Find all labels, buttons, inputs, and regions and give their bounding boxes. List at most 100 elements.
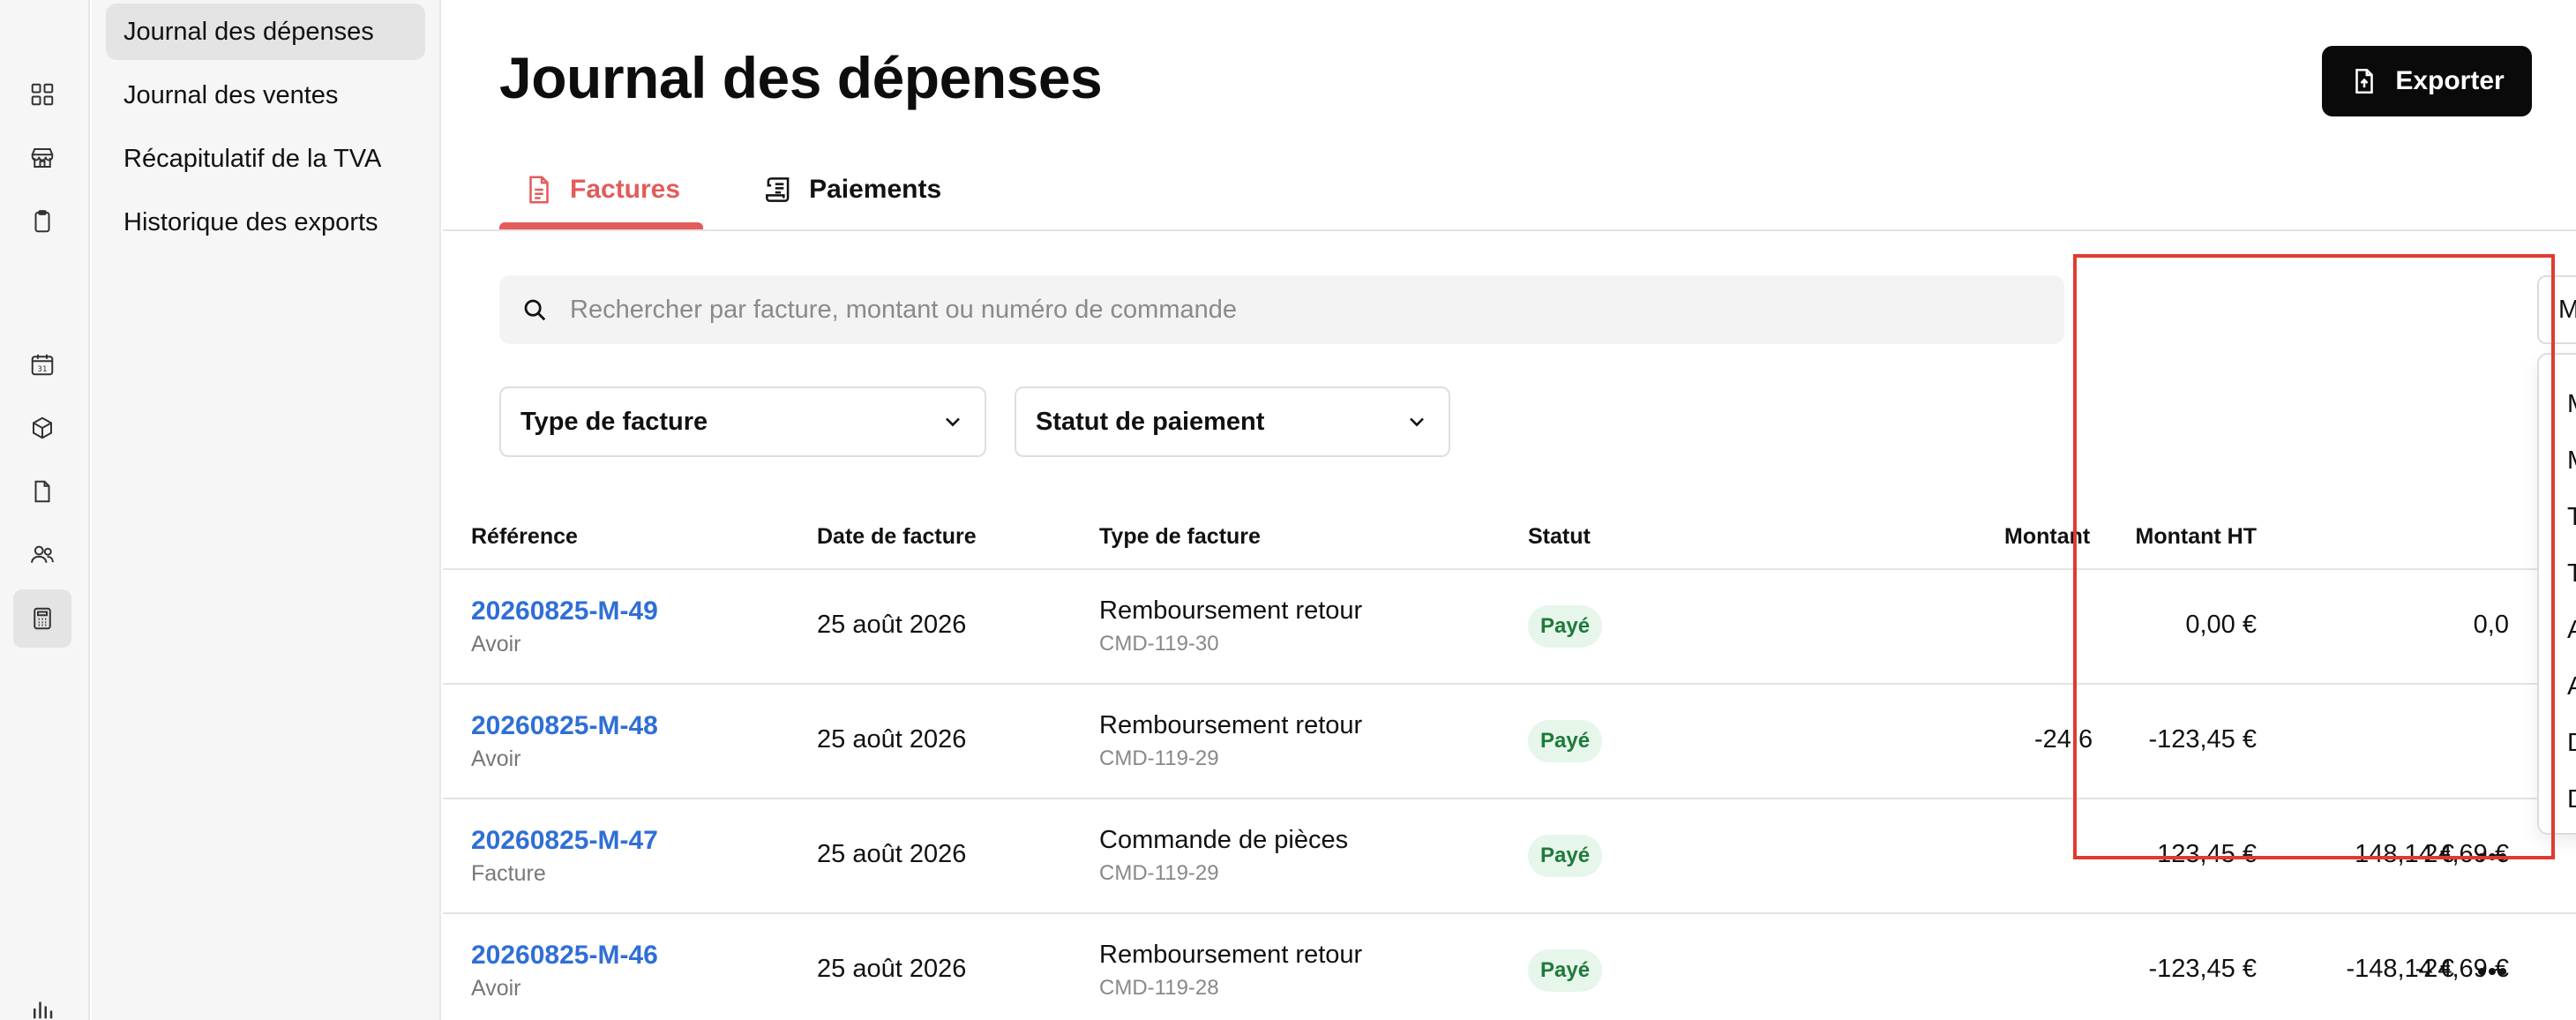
- nav-item-label: Récapitulatif de la TVA: [124, 144, 382, 173]
- status-badge: Payé: [1528, 605, 1603, 648]
- tab-label: Factures: [570, 175, 681, 204]
- invoice-kind: Avoir: [471, 632, 521, 656]
- table-row[interactable]: 20260825-M-48 Avoir 25 août 2026 Rembour…: [443, 685, 2576, 799]
- menu-item-annee-en-cours[interactable]: Année en cours: [2539, 602, 2576, 658]
- receipt-icon: [766, 177, 790, 202]
- col-reference[interactable]: Référence: [471, 524, 578, 550]
- table-row[interactable]: 20260825-M-49 Avoir 25 août 2026 Rembour…: [443, 570, 2576, 685]
- document-icon[interactable]: [13, 462, 71, 521]
- menu-item-date-personnalisee[interactable]: Date personnalisée: [2539, 771, 2576, 828]
- menu-item-annee-derniere[interactable]: Année dernière: [2539, 658, 2576, 715]
- export-label: Exporter: [2395, 66, 2505, 95]
- menu-item-mois-en-cours[interactable]: Mois en cours: [2539, 376, 2576, 432]
- invoice-date: 25 août 2026: [817, 611, 967, 639]
- invoice-reference-link[interactable]: 20260825-M-47: [471, 826, 658, 856]
- amount-ttc: -148,14 €: [2346, 955, 2454, 983]
- menu-item-depuis-le-debut[interactable]: Depuis le début: [2539, 715, 2576, 771]
- amount-ht: 0,00 €: [2185, 611, 2257, 639]
- clipboard-icon[interactable]: [13, 192, 71, 251]
- nav-item-journal-depenses[interactable]: Journal des dépenses: [106, 4, 425, 60]
- svg-text:31: 31: [37, 365, 47, 374]
- payment-status-select[interactable]: Statut de paiement: [1015, 386, 1450, 457]
- more-horizontal-icon: [2478, 968, 2506, 975]
- page-title: Journal des dépenses: [499, 45, 1103, 110]
- bar-chart-icon[interactable]: [13, 979, 71, 1020]
- tabs-divider: [443, 229, 2576, 231]
- nav-item-label: Journal des dépenses: [124, 17, 374, 46]
- order-number: CMD-119-29: [1099, 746, 1219, 770]
- invoice-reference-link[interactable]: 20260825-M-48: [471, 711, 658, 741]
- menu-item-trimestre-dernier[interactable]: Trimestre dernier: [2539, 545, 2576, 602]
- main-content: Journal des dépenses Exporter Factures P…: [443, 0, 2576, 1020]
- menu-item-label: Année dernière: [2567, 671, 2576, 701]
- menu-item-label: Depuis le début: [2567, 729, 2576, 758]
- users-icon[interactable]: [13, 526, 71, 584]
- section-nav: Journal des dépenses Journal des ventes …: [92, 0, 441, 1020]
- chevron-down-icon: [946, 417, 960, 427]
- period-select[interactable]: Mois en cours: [2537, 275, 2576, 344]
- nav-item-recap-tva[interactable]: Récapitulatif de la TVA: [106, 131, 425, 187]
- period-select-value: Mois en cours: [2558, 295, 2576, 324]
- more-horizontal-icon: [2478, 853, 2506, 860]
- amount-tva: 0,0: [2473, 611, 2509, 639]
- menu-item-trimestre-en-cours[interactable]: Trimestre en cours: [2539, 489, 2576, 545]
- invoice-kind: Avoir: [471, 976, 521, 1001]
- amount-ht: 123,45 €: [2157, 840, 2257, 868]
- status-badge: Payé: [1528, 835, 1603, 877]
- amount-ttc-overlap: 148,14 €: [2355, 840, 2454, 868]
- invoice-type: Remboursement retour: [1099, 711, 1363, 739]
- invoice-kind: Avoir: [471, 746, 521, 771]
- dashboard-grid-icon[interactable]: [13, 65, 71, 124]
- nav-item-label: Journal des ventes: [124, 80, 339, 109]
- col-date[interactable]: Date de facture: [817, 524, 977, 550]
- menu-item-mois-dernier[interactable]: Mois dernier: [2539, 432, 2576, 489]
- search-input[interactable]: [570, 295, 2034, 325]
- table-header: Référence Date de facture Type de factur…: [443, 503, 2576, 570]
- table-row[interactable]: 20260825-M-47 Facture 25 août 2026 Comma…: [443, 799, 2576, 914]
- search-bar: [499, 275, 2064, 344]
- invoice-date: 25 août 2026: [817, 725, 967, 754]
- invoice-kind: Facture: [471, 861, 546, 886]
- invoice-type: Commande de pièces: [1099, 826, 1349, 854]
- amount-ht: -123,45 €: [2148, 955, 2257, 983]
- row-more-button[interactable]: [2472, 836, 2512, 877]
- col-type[interactable]: Type de facture: [1099, 524, 1261, 550]
- store-icon[interactable]: [13, 129, 71, 187]
- tab-paiements[interactable]: Paiements: [738, 150, 964, 229]
- amount-ht: -123,45 €: [2148, 725, 2257, 754]
- icon-rail: 31: [0, 0, 90, 1020]
- export-button[interactable]: Exporter: [2322, 46, 2532, 116]
- menu-item-label: Trimestre en cours: [2567, 502, 2576, 531]
- nav-item-label: Historique des exports: [124, 207, 378, 236]
- status-badge: Payé: [1528, 720, 1603, 762]
- period-dropdown-menu: Mois en cours Mois dernier Trimestre en …: [2537, 353, 2576, 835]
- table-row[interactable]: 20260825-M-46 Avoir 25 août 2026 Rembour…: [443, 914, 2576, 1020]
- invoice-icon: [529, 176, 549, 204]
- chevron-down-icon: [1410, 417, 1424, 427]
- invoice-type: Remboursement retour: [1099, 941, 1363, 969]
- invoice-date: 25 août 2026: [817, 955, 967, 983]
- col-amount-ht[interactable]: Montant HT: [2136, 524, 2257, 550]
- tab-bar: Factures Paiements: [499, 150, 964, 229]
- calculator-icon[interactable]: [13, 589, 71, 648]
- tab-factures[interactable]: Factures: [499, 150, 704, 229]
- calendar-icon[interactable]: 31: [13, 335, 71, 394]
- nav-item-historique-exports[interactable]: Historique des exports: [106, 194, 425, 251]
- col-amount-tva[interactable]: Montant: [2004, 524, 2090, 550]
- invoice-type-select[interactable]: Type de facture: [499, 386, 986, 457]
- row-more-button[interactable]: [2472, 951, 2512, 992]
- tab-label: Paiements: [809, 175, 942, 204]
- payment-status-value: Statut de paiement: [1036, 407, 1265, 436]
- invoice-reference-link[interactable]: 20260825-M-49: [471, 596, 658, 626]
- menu-item-label: Date personnalisée: [2567, 785, 2576, 814]
- order-number: CMD-119-28: [1099, 976, 1219, 1000]
- file-upload-icon: [2355, 68, 2374, 94]
- box-icon[interactable]: [13, 399, 71, 457]
- col-status[interactable]: Statut: [1528, 524, 1591, 550]
- invoice-reference-link[interactable]: 20260825-M-46: [471, 941, 658, 971]
- menu-item-label: Mois dernier: [2567, 446, 2576, 476]
- invoice-type-value: Type de facture: [520, 407, 708, 436]
- order-number: CMD-119-29: [1099, 861, 1219, 885]
- search-icon: [499, 296, 570, 323]
- nav-item-journal-ventes[interactable]: Journal des ventes: [106, 67, 425, 124]
